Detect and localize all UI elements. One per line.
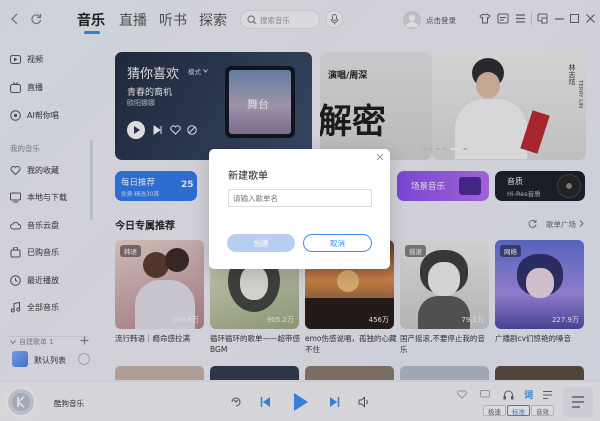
- dialog-title: 新建歌单: [228, 171, 268, 182]
- new-playlist-dialog: 新建歌单 创建 取消: [209, 149, 390, 269]
- playlist-name-input[interactable]: [228, 189, 372, 207]
- cancel-button[interactable]: 取消: [303, 234, 372, 252]
- dialog-close-icon[interactable]: [376, 153, 384, 161]
- create-button[interactable]: 创建: [227, 234, 295, 252]
